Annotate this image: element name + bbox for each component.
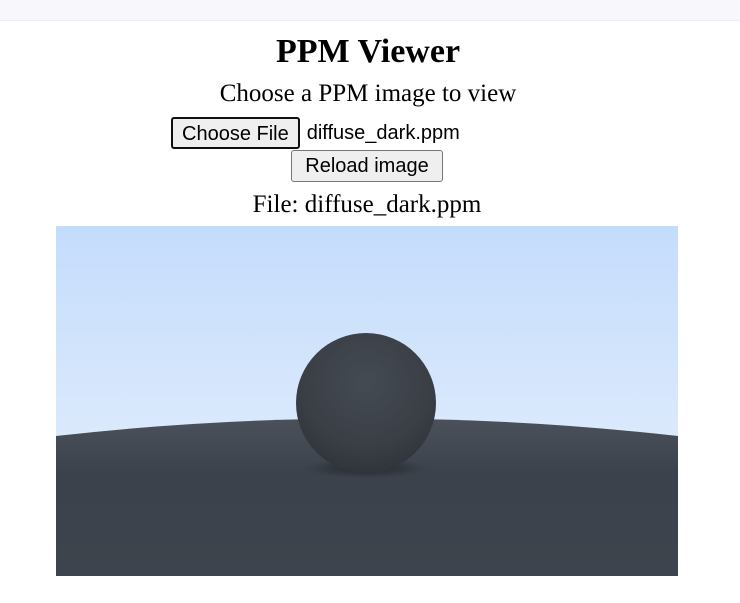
- page-title: PPM Viewer: [275, 33, 461, 70]
- choose-file-button[interactable]: Choose File: [171, 117, 300, 149]
- reload-image-button[interactable]: Reload image: [291, 150, 443, 182]
- sphere: [296, 333, 436, 473]
- file-caption: File: diffuse_dark.ppm: [252, 191, 482, 218]
- browser-top-bar: [0, 0, 740, 21]
- selected-file-name: diffuse_dark.ppm: [306, 122, 460, 144]
- page-subtitle: Choose a PPM image to view: [219, 80, 517, 107]
- rendered-scene: [56, 226, 678, 576]
- ppm-image: [56, 226, 678, 576]
- file-picker: Choose File diffuse_dark.ppm: [171, 117, 460, 149]
